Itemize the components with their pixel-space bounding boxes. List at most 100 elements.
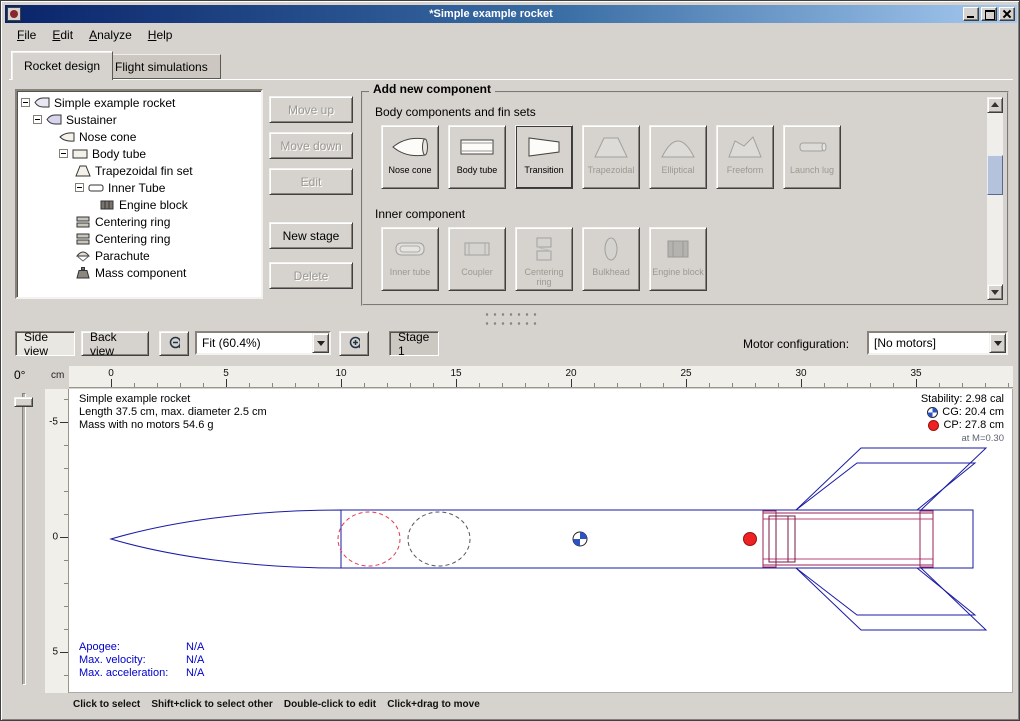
- move-up-button: Move up: [269, 96, 353, 123]
- inner-section-label: Inner component: [375, 207, 465, 221]
- tree-collapse-icon[interactable]: [75, 183, 84, 192]
- flight-data: Apogee:N/A Max. velocity:N/A Max. accele…: [79, 641, 204, 680]
- openrocket-window: *Simple example rocket File Edit Analyze…: [0, 0, 1020, 721]
- tab-panel-edge: [9, 79, 1013, 81]
- menu-file[interactable]: File: [9, 25, 44, 45]
- bulkhead-icon: [591, 233, 631, 265]
- menu-analyze[interactable]: Analyze: [81, 25, 140, 45]
- mass-component-shape[interactable]: [408, 512, 470, 566]
- add-trapezoidal-fin-button: Trapezoidal: [582, 125, 640, 189]
- scrollbar-thumb[interactable]: [987, 155, 1003, 195]
- move-down-button: Move down: [269, 132, 353, 159]
- chevron-down-icon[interactable]: [312, 333, 329, 353]
- zoom-in-button[interactable]: [339, 331, 369, 356]
- minimize-button[interactable]: [963, 7, 979, 21]
- tree-item-fin-set[interactable]: Trapezoidal fin set: [19, 162, 259, 179]
- tree-item-inner-tube[interactable]: Inner Tube: [19, 179, 259, 196]
- cp-marker: [744, 533, 757, 546]
- close-button[interactable]: [999, 7, 1015, 21]
- component-tree[interactable]: Simple example rocket Sustainer Nose con…: [15, 89, 263, 299]
- coupler-icon: [457, 233, 497, 265]
- nose-cone-shape[interactable]: [111, 510, 341, 568]
- add-elliptical-fin-button: Elliptical: [649, 125, 707, 189]
- zoom-out-button[interactable]: [159, 331, 189, 356]
- tree-collapse-icon[interactable]: [33, 115, 42, 124]
- rotation-value: 0°: [14, 368, 25, 382]
- rocket-icon: [34, 97, 50, 108]
- tree-item-centering-ring-1[interactable]: Centering ring: [19, 213, 259, 230]
- add-engine-block-button: Engine block: [649, 227, 707, 291]
- tree-item-parachute[interactable]: Parachute: [19, 247, 259, 264]
- menu-help[interactable]: Help: [140, 25, 181, 45]
- tab-rocket-design[interactable]: Rocket design: [11, 51, 113, 80]
- splitter-handle[interactable]: [481, 308, 541, 326]
- engine-block-icon: [99, 199, 115, 211]
- delete-button: Delete: [269, 262, 353, 289]
- rocket-view-canvas[interactable]: Simple example rocket Length 37.5 cm, ma…: [69, 389, 1013, 693]
- cg-marker: [573, 532, 587, 546]
- fin-upper-shape[interactable]: [796, 448, 986, 510]
- title-bar: *Simple example rocket: [5, 5, 1017, 23]
- tree-item-engine-block[interactable]: Engine block: [19, 196, 259, 213]
- stage-1-toggle[interactable]: Stage 1: [389, 331, 439, 356]
- cg-readout: CG: 20.4 cm: [921, 406, 1004, 419]
- fin-set-icon: [75, 165, 91, 177]
- add-component-group: Add new component Body components and fi…: [361, 91, 1009, 306]
- stability-legend: Stability: 2.98 cal CG: 20.4 cm CP: 27.8…: [921, 393, 1004, 445]
- zoom-out-icon: [168, 335, 180, 353]
- add-nose-cone-button[interactable]: Nose cone: [381, 125, 439, 189]
- stage-icon: [46, 114, 62, 125]
- rocket-drawing: [69, 389, 1013, 693]
- add-coupler-button: Coupler: [448, 227, 506, 291]
- body-component-row: Nose cone Body tube Transition Trapezoid…: [381, 125, 841, 189]
- scroll-up-icon[interactable]: [987, 97, 1003, 113]
- mach-readout: at M=0.30: [921, 432, 1004, 445]
- status-bar: Click to select Shift+click to select ot…: [73, 699, 480, 710]
- cp-icon: [928, 420, 939, 431]
- tree-item-nose-cone[interactable]: Nose cone: [19, 128, 259, 145]
- tree-item-centering-ring-2[interactable]: Centering ring: [19, 230, 259, 247]
- launch-lug-icon: [792, 131, 832, 163]
- centering-ring-icon: [524, 233, 564, 265]
- add-transition-button[interactable]: Transition: [515, 125, 573, 189]
- centering-ring-icon: [75, 216, 91, 228]
- rotation-slider-thumb[interactable]: [14, 397, 33, 407]
- edit-button: Edit: [269, 168, 353, 195]
- tree-collapse-icon[interactable]: [59, 149, 68, 158]
- add-body-tube-button[interactable]: Body tube: [448, 125, 506, 189]
- back-view-button[interactable]: Back view: [81, 331, 149, 356]
- tree-item-body-tube[interactable]: Body tube: [19, 145, 259, 162]
- body-tube-icon: [72, 148, 88, 160]
- tree-item-mass-component[interactable]: Mass component: [19, 264, 259, 281]
- zoom-select[interactable]: Fit (60.4%): [195, 331, 331, 355]
- ruler-unit-label: cm: [51, 370, 64, 381]
- inner-component-row: Inner tube Coupler Centering ring Bulkhe…: [381, 227, 707, 291]
- menu-edit[interactable]: Edit: [44, 25, 81, 45]
- cg-icon: [927, 407, 938, 418]
- parachute-icon: [75, 250, 91, 262]
- scroll-down-icon[interactable]: [987, 284, 1003, 300]
- rotation-slider[interactable]: [22, 393, 26, 685]
- inner-tube-icon: [390, 233, 430, 265]
- maximize-button[interactable]: [981, 7, 997, 21]
- add-freeform-fin-button: Freeform: [716, 125, 774, 189]
- stability-readout: Stability: 2.98 cal: [921, 393, 1004, 406]
- tab-flight-simulations[interactable]: Flight simulations: [102, 54, 221, 79]
- new-stage-button[interactable]: New stage: [269, 222, 353, 249]
- tree-collapse-icon[interactable]: [21, 98, 30, 107]
- engine-block-shape[interactable]: [769, 516, 795, 562]
- app-icon[interactable]: [7, 7, 21, 21]
- chevron-down-icon[interactable]: [989, 333, 1006, 353]
- body-tube-icon: [457, 131, 497, 163]
- parachute-shape[interactable]: [338, 512, 400, 566]
- body-section-label: Body components and fin sets: [375, 105, 536, 119]
- add-launch-lug-button: Launch lug: [783, 125, 841, 189]
- tree-item-rocket[interactable]: Simple example rocket: [19, 94, 259, 111]
- fin-lower-shape[interactable]: [796, 568, 986, 630]
- component-scrollbar[interactable]: [987, 97, 1003, 300]
- tree-item-sustainer[interactable]: Sustainer: [19, 111, 259, 128]
- motor-configuration-select[interactable]: [No motors]: [867, 331, 1008, 355]
- side-view-button[interactable]: Side view: [15, 331, 75, 356]
- window-title: *Simple example rocket: [21, 5, 961, 23]
- nose-cone-icon: [59, 131, 75, 143]
